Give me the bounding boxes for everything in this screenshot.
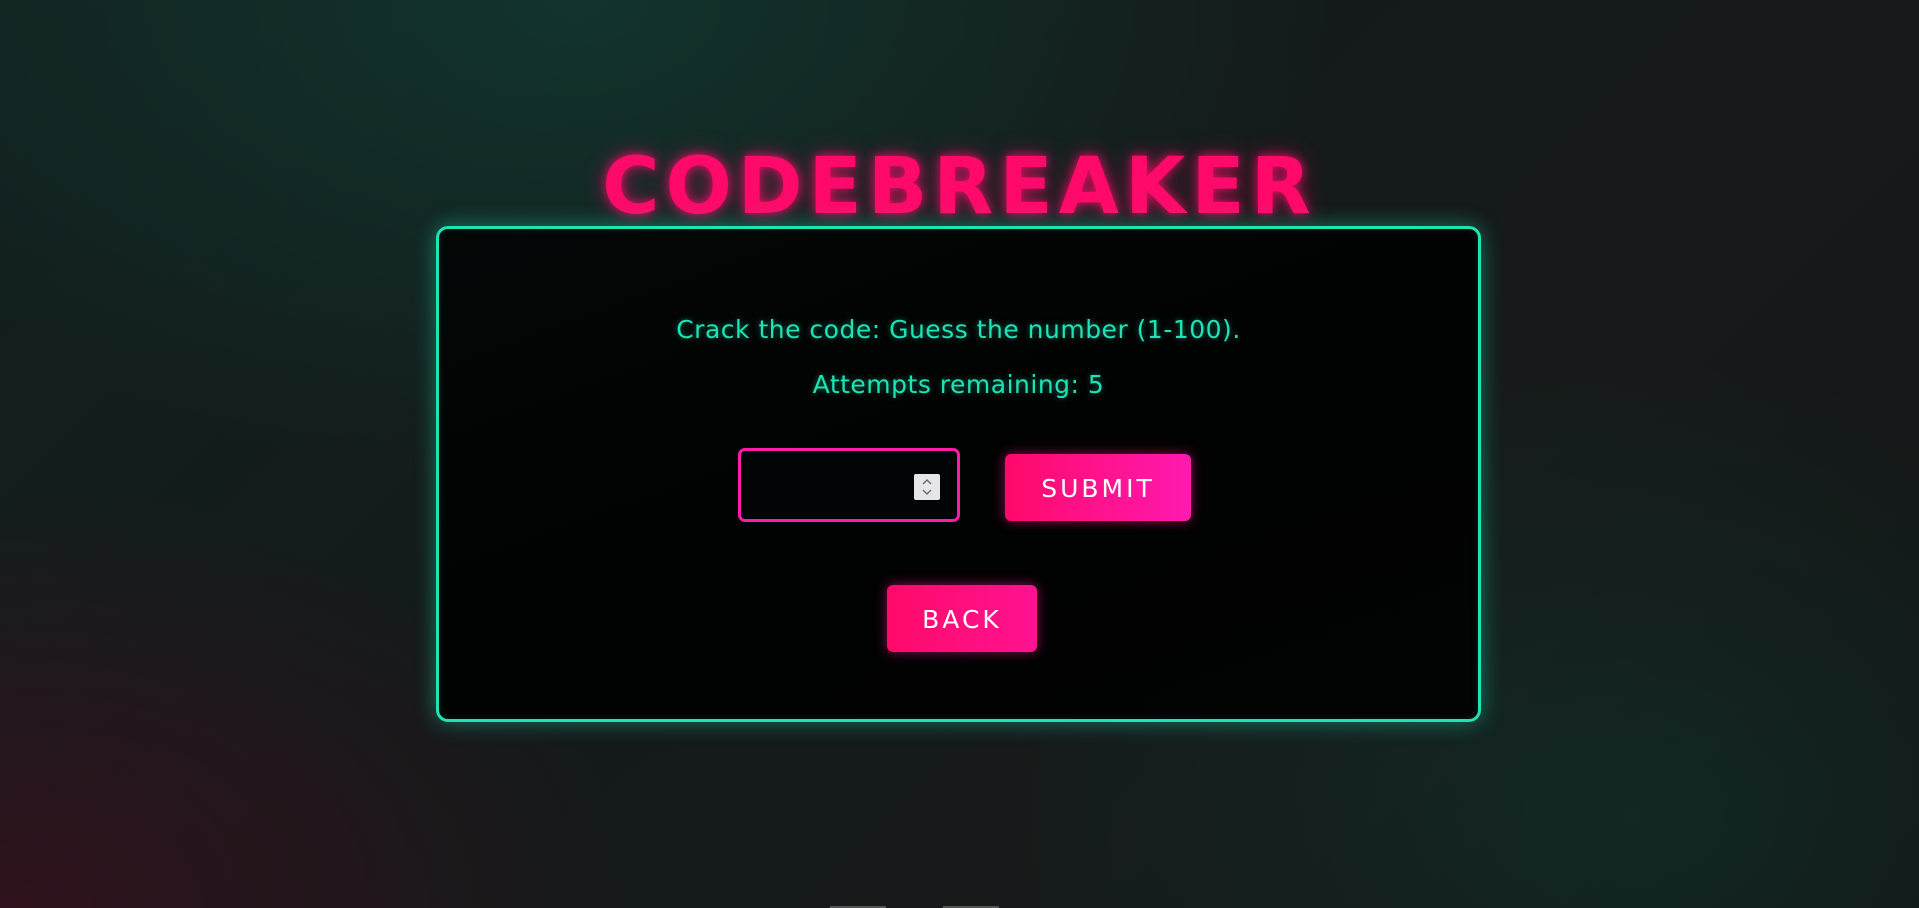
number-stepper[interactable] xyxy=(914,474,940,500)
guess-input-field[interactable] xyxy=(738,448,960,522)
submit-button[interactable]: SUBMIT xyxy=(1005,454,1191,521)
chevron-down-icon[interactable] xyxy=(919,487,935,498)
guess-input[interactable] xyxy=(751,461,905,511)
game-title: CODEBREAKER xyxy=(602,142,1317,233)
attempts-count: 5 xyxy=(1087,370,1105,399)
game-panel: Crack the code: Guess the number (1-100)… xyxy=(436,226,1481,722)
back-button[interactable]: BACK xyxy=(887,585,1037,652)
chevron-up-icon[interactable] xyxy=(919,476,935,487)
attempts-remaining: Attempts remaining: 5 xyxy=(439,370,1478,399)
attempts-label: Attempts remaining: xyxy=(812,370,1080,399)
instruction-text: Crack the code: Guess the number (1-100)… xyxy=(676,315,1241,344)
